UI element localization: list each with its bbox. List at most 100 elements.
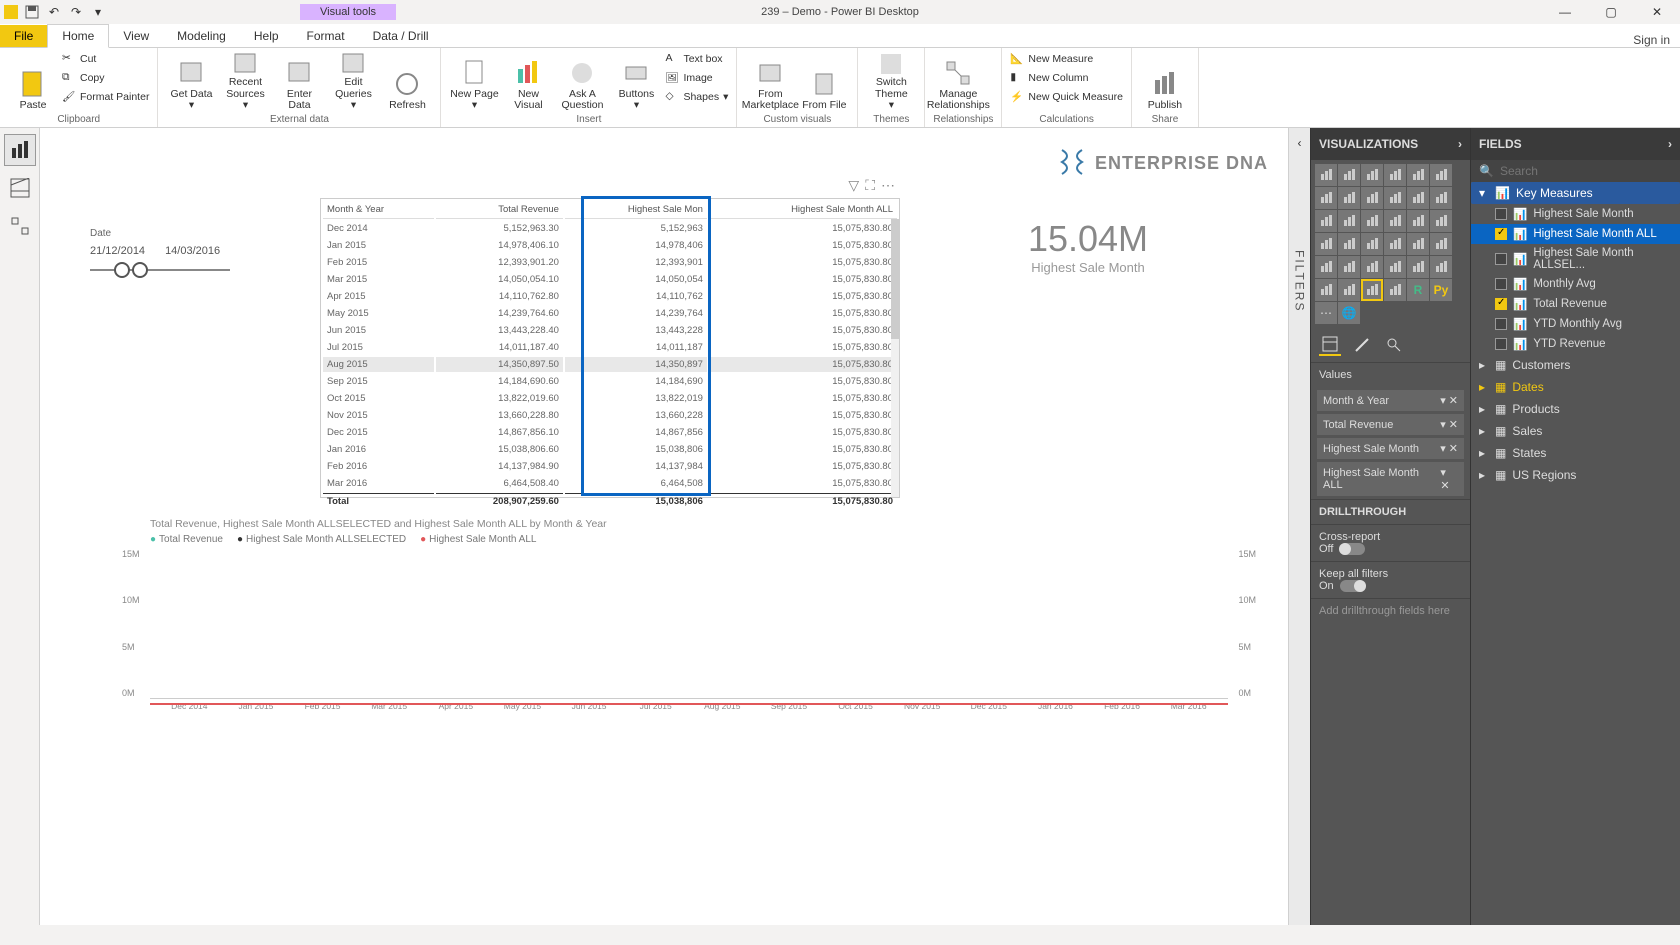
maximize-button[interactable]: ▢ (1588, 0, 1634, 24)
vis-type-29[interactable] (1430, 256, 1452, 278)
undo-icon[interactable]: ↶ (46, 4, 62, 20)
analytics-tab[interactable] (1383, 334, 1405, 356)
vis-type-0[interactable] (1315, 164, 1337, 186)
vis-type-2[interactable] (1361, 164, 1383, 186)
vis-type-5[interactable] (1430, 164, 1452, 186)
paste-button[interactable]: Paste (8, 50, 58, 112)
redo-icon[interactable]: ↷ (68, 4, 84, 20)
cut-button[interactable]: ✂Cut (62, 50, 149, 68)
menu-help[interactable]: Help (240, 25, 293, 47)
format-painter-button[interactable]: 🖌Format Painter (62, 88, 149, 106)
fields-search[interactable]: 🔍 (1471, 160, 1680, 182)
get-data-button[interactable]: Get Data▾ (166, 50, 216, 112)
field-ytd-monthly-avg[interactable]: 📊YTD Monthly Avg (1471, 314, 1680, 334)
new-quick-measure-button[interactable]: ⚡New Quick Measure (1010, 88, 1123, 106)
checkbox-icon[interactable] (1495, 208, 1507, 220)
date-slicer[interactable]: Date 21/12/2014 14/03/2016 (90, 228, 230, 271)
field-highest-sale-month[interactable]: 📊Highest Sale Month (1471, 204, 1680, 224)
vis-type-1[interactable] (1338, 164, 1360, 186)
buttons-button[interactable]: Buttons▾ (611, 50, 661, 112)
table-products[interactable]: ▸▦Products (1471, 398, 1680, 420)
vis-type-17[interactable] (1430, 210, 1452, 232)
vis-type-24[interactable] (1315, 256, 1337, 278)
vis-type-32[interactable] (1361, 279, 1383, 301)
vis-type-6[interactable] (1315, 187, 1337, 209)
vis-type-11[interactable] (1430, 187, 1452, 209)
field-ytd-revenue[interactable]: 📊YTD Revenue (1471, 334, 1680, 354)
table-us-regions[interactable]: ▸▦US Regions (1471, 464, 1680, 486)
table-customers[interactable]: ▸▦Customers (1471, 354, 1680, 376)
vis-type-30[interactable] (1315, 279, 1337, 301)
keep-filters-toggle[interactable] (1340, 580, 1366, 592)
remove-field-icon[interactable]: ✕ (1440, 480, 1449, 492)
field-total-revenue[interactable]: 📊Total Revenue (1471, 294, 1680, 314)
combo-chart-visual[interactable]: Total Revenue, Highest Sale Month ALLSEL… (150, 518, 1228, 728)
table-scrollbar[interactable] (891, 219, 899, 497)
minimize-button[interactable]: — (1542, 0, 1588, 24)
recent-sources-button[interactable]: Recent Sources▾ (220, 50, 270, 112)
new-visual-button[interactable]: New Visual (503, 50, 553, 112)
vis-type-14[interactable] (1361, 210, 1383, 232)
manage-relationships-button[interactable]: Manage Relationships (933, 50, 983, 112)
switch-theme-button[interactable]: Switch Theme▾ (866, 50, 916, 112)
table-key-measures[interactable]: ▾📊Key Measures (1471, 182, 1680, 204)
focus-mode-icon[interactable]: ⛶ (865, 177, 875, 194)
value-field-0[interactable]: Month & Year▾ ✕ (1317, 390, 1464, 411)
visual-tools-tab[interactable]: Visual tools (300, 4, 396, 20)
refresh-button[interactable]: Refresh (382, 50, 432, 112)
vis-type-20[interactable] (1361, 233, 1383, 255)
card-visual[interactable]: 15.04M Highest Sale Month (988, 218, 1188, 275)
vis-type-23[interactable] (1430, 233, 1452, 255)
cross-report-toggle[interactable] (1339, 543, 1365, 555)
vis-type-13[interactable] (1338, 210, 1360, 232)
filter-icon[interactable]: ▽ (848, 177, 859, 194)
vis-type-3[interactable] (1384, 164, 1406, 186)
data-table-visual[interactable]: ▽ ⛶ ⋯ Month & YearTotal RevenueHighest S… (320, 198, 900, 498)
new-measure-button[interactable]: 📐New Measure (1010, 50, 1123, 68)
from-file-button[interactable]: From File (799, 50, 849, 112)
vis-type-15[interactable] (1384, 210, 1406, 232)
vis-extra-globe[interactable]: 🌐 (1338, 302, 1360, 324)
vis-extra-ellipsis[interactable]: ⋯ (1315, 302, 1337, 324)
format-tab[interactable] (1351, 334, 1373, 356)
checkbox-icon[interactable] (1495, 318, 1507, 330)
value-field-1[interactable]: Total Revenue▾ ✕ (1317, 414, 1464, 435)
vis-type-7[interactable] (1338, 187, 1360, 209)
copy-button[interactable]: ⧉Copy (62, 69, 149, 87)
checkbox-icon[interactable] (1495, 228, 1507, 240)
checkbox-icon[interactable] (1495, 338, 1507, 350)
checkbox-icon[interactable] (1495, 298, 1507, 310)
vis-type-27[interactable] (1384, 256, 1406, 278)
vis-type-26[interactable] (1361, 256, 1383, 278)
vis-type-34[interactable]: R (1407, 279, 1429, 301)
visualizations-header[interactable]: VISUALIZATIONS› (1311, 128, 1470, 160)
vis-type-10[interactable] (1407, 187, 1429, 209)
report-view-button[interactable] (4, 134, 36, 166)
data-view-button[interactable] (4, 172, 36, 204)
vis-type-25[interactable] (1338, 256, 1360, 278)
new-column-button[interactable]: ▮New Column (1010, 69, 1123, 87)
vis-type-16[interactable] (1407, 210, 1429, 232)
close-button[interactable]: ✕ (1634, 0, 1680, 24)
field-highest-sale-month-all[interactable]: 📊Highest Sale Month ALL (1471, 224, 1680, 244)
menu-home[interactable]: Home (47, 24, 109, 48)
save-icon[interactable] (24, 4, 40, 20)
table-states[interactable]: ▸▦States (1471, 442, 1680, 464)
shapes-button[interactable]: ◇Shapes▾ (665, 88, 728, 106)
value-field-3[interactable]: Highest Sale Month ALL▾ ✕ (1317, 462, 1464, 496)
menu-file[interactable]: File (0, 25, 47, 47)
table-sales[interactable]: ▸▦Sales (1471, 420, 1680, 442)
vis-type-35[interactable]: Py (1430, 279, 1452, 301)
menu-data-drill[interactable]: Data / Drill (359, 25, 443, 47)
edit-queries-button[interactable]: Edit Queries▾ (328, 50, 378, 112)
sign-in-link[interactable]: Sign in (1633, 33, 1670, 47)
table-dates[interactable]: ▸▦Dates (1471, 376, 1680, 398)
image-button[interactable]: 🖼Image (665, 69, 728, 87)
vis-type-4[interactable] (1407, 164, 1429, 186)
model-view-button[interactable] (4, 210, 36, 242)
filters-rail[interactable]: ‹ FILTERS (1288, 128, 1310, 925)
vis-type-22[interactable] (1407, 233, 1429, 255)
vis-type-18[interactable] (1315, 233, 1337, 255)
fields-header[interactable]: FIELDS› (1471, 128, 1680, 160)
menu-view[interactable]: View (109, 25, 163, 47)
